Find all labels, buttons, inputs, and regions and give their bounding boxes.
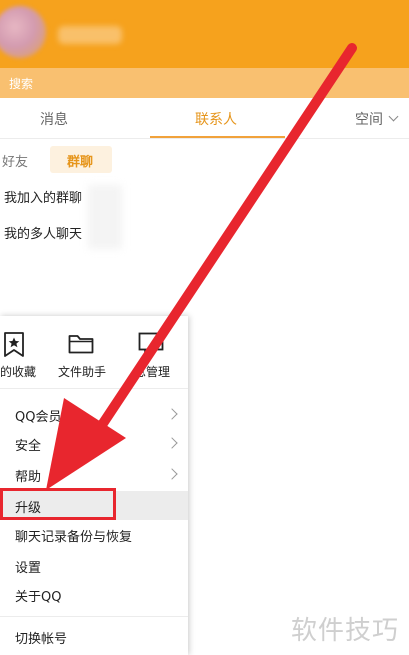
active-tab-underline	[150, 136, 285, 138]
blurred-content	[88, 185, 122, 249]
message-manage-icon	[138, 332, 164, 354]
menu-divider	[0, 616, 188, 617]
subtab-friends[interactable]: 好友	[2, 151, 28, 170]
quick-action-favorites[interactable]: 的收藏	[0, 332, 60, 392]
folder-icon	[68, 335, 94, 354]
menu-item-help[interactable]: 帮助	[0, 460, 188, 489]
subtab-groups[interactable]: 群聊	[50, 146, 112, 173]
menu-item-chat-backup[interactable]: 聊天记录备份与恢复	[0, 520, 188, 549]
menu-item-label: 聊天记录备份与恢复	[15, 530, 133, 545]
menu-item-switch-account[interactable]: 切换帐号	[0, 622, 188, 651]
watermark-text: 软件技巧	[291, 616, 400, 646]
chevron-right-icon	[166, 468, 178, 480]
quick-action-label: 的收藏	[0, 365, 37, 379]
nickname-blurred	[58, 26, 122, 44]
main-menu-popup: 的收藏 文件助手 息管理 QQ会员 安全 帮助 升级 聊天记录备份与恢复 设置 …	[0, 316, 188, 655]
quick-action-file-helper[interactable]: 文件助手	[58, 332, 138, 392]
list-item-multi-chats[interactable]: 我的多人聊天	[4, 223, 82, 242]
tab-contacts[interactable]: 联系人	[195, 109, 237, 129]
menu-item-label: 设置	[15, 561, 42, 576]
menu-item-label: 安全	[15, 439, 42, 454]
menu-item-label: 帮助	[15, 470, 42, 485]
subtab-groups-label: 群聊	[67, 155, 94, 170]
search-input[interactable]: 搜索	[0, 68, 409, 98]
main-tabs: 消息 联系人 空间	[0, 98, 409, 139]
menu-item-security[interactable]: 安全	[0, 429, 188, 458]
menu-item-label: QQ会员	[15, 410, 62, 425]
list-item-joined-groups[interactable]: 我加入的群聊	[4, 187, 82, 206]
quick-action-label: 文件助手	[58, 365, 107, 379]
search-placeholder: 搜索	[9, 77, 34, 91]
tab-messages[interactable]: 消息	[40, 109, 68, 129]
annotation-highlight-box	[0, 488, 116, 520]
avatar[interactable]	[0, 6, 46, 58]
menu-item-about[interactable]: 关于QQ	[0, 580, 188, 609]
tab-space[interactable]: 空间	[355, 109, 383, 129]
quick-action-message-manager[interactable]: 息管理	[128, 332, 208, 392]
quick-action-label: 息管理	[134, 365, 171, 379]
chevron-right-icon	[166, 408, 178, 420]
menu-item-settings[interactable]: 设置	[0, 551, 188, 580]
app-header	[0, 0, 409, 68]
bookmark-star-icon	[4, 332, 24, 357]
menu-item-label: 切换帐号	[15, 632, 68, 647]
chevron-right-icon	[166, 437, 178, 449]
menu-item-qq-vip[interactable]: QQ会员	[0, 400, 188, 429]
menu-item-label: 关于QQ	[15, 590, 62, 605]
menu-divider	[0, 388, 188, 389]
